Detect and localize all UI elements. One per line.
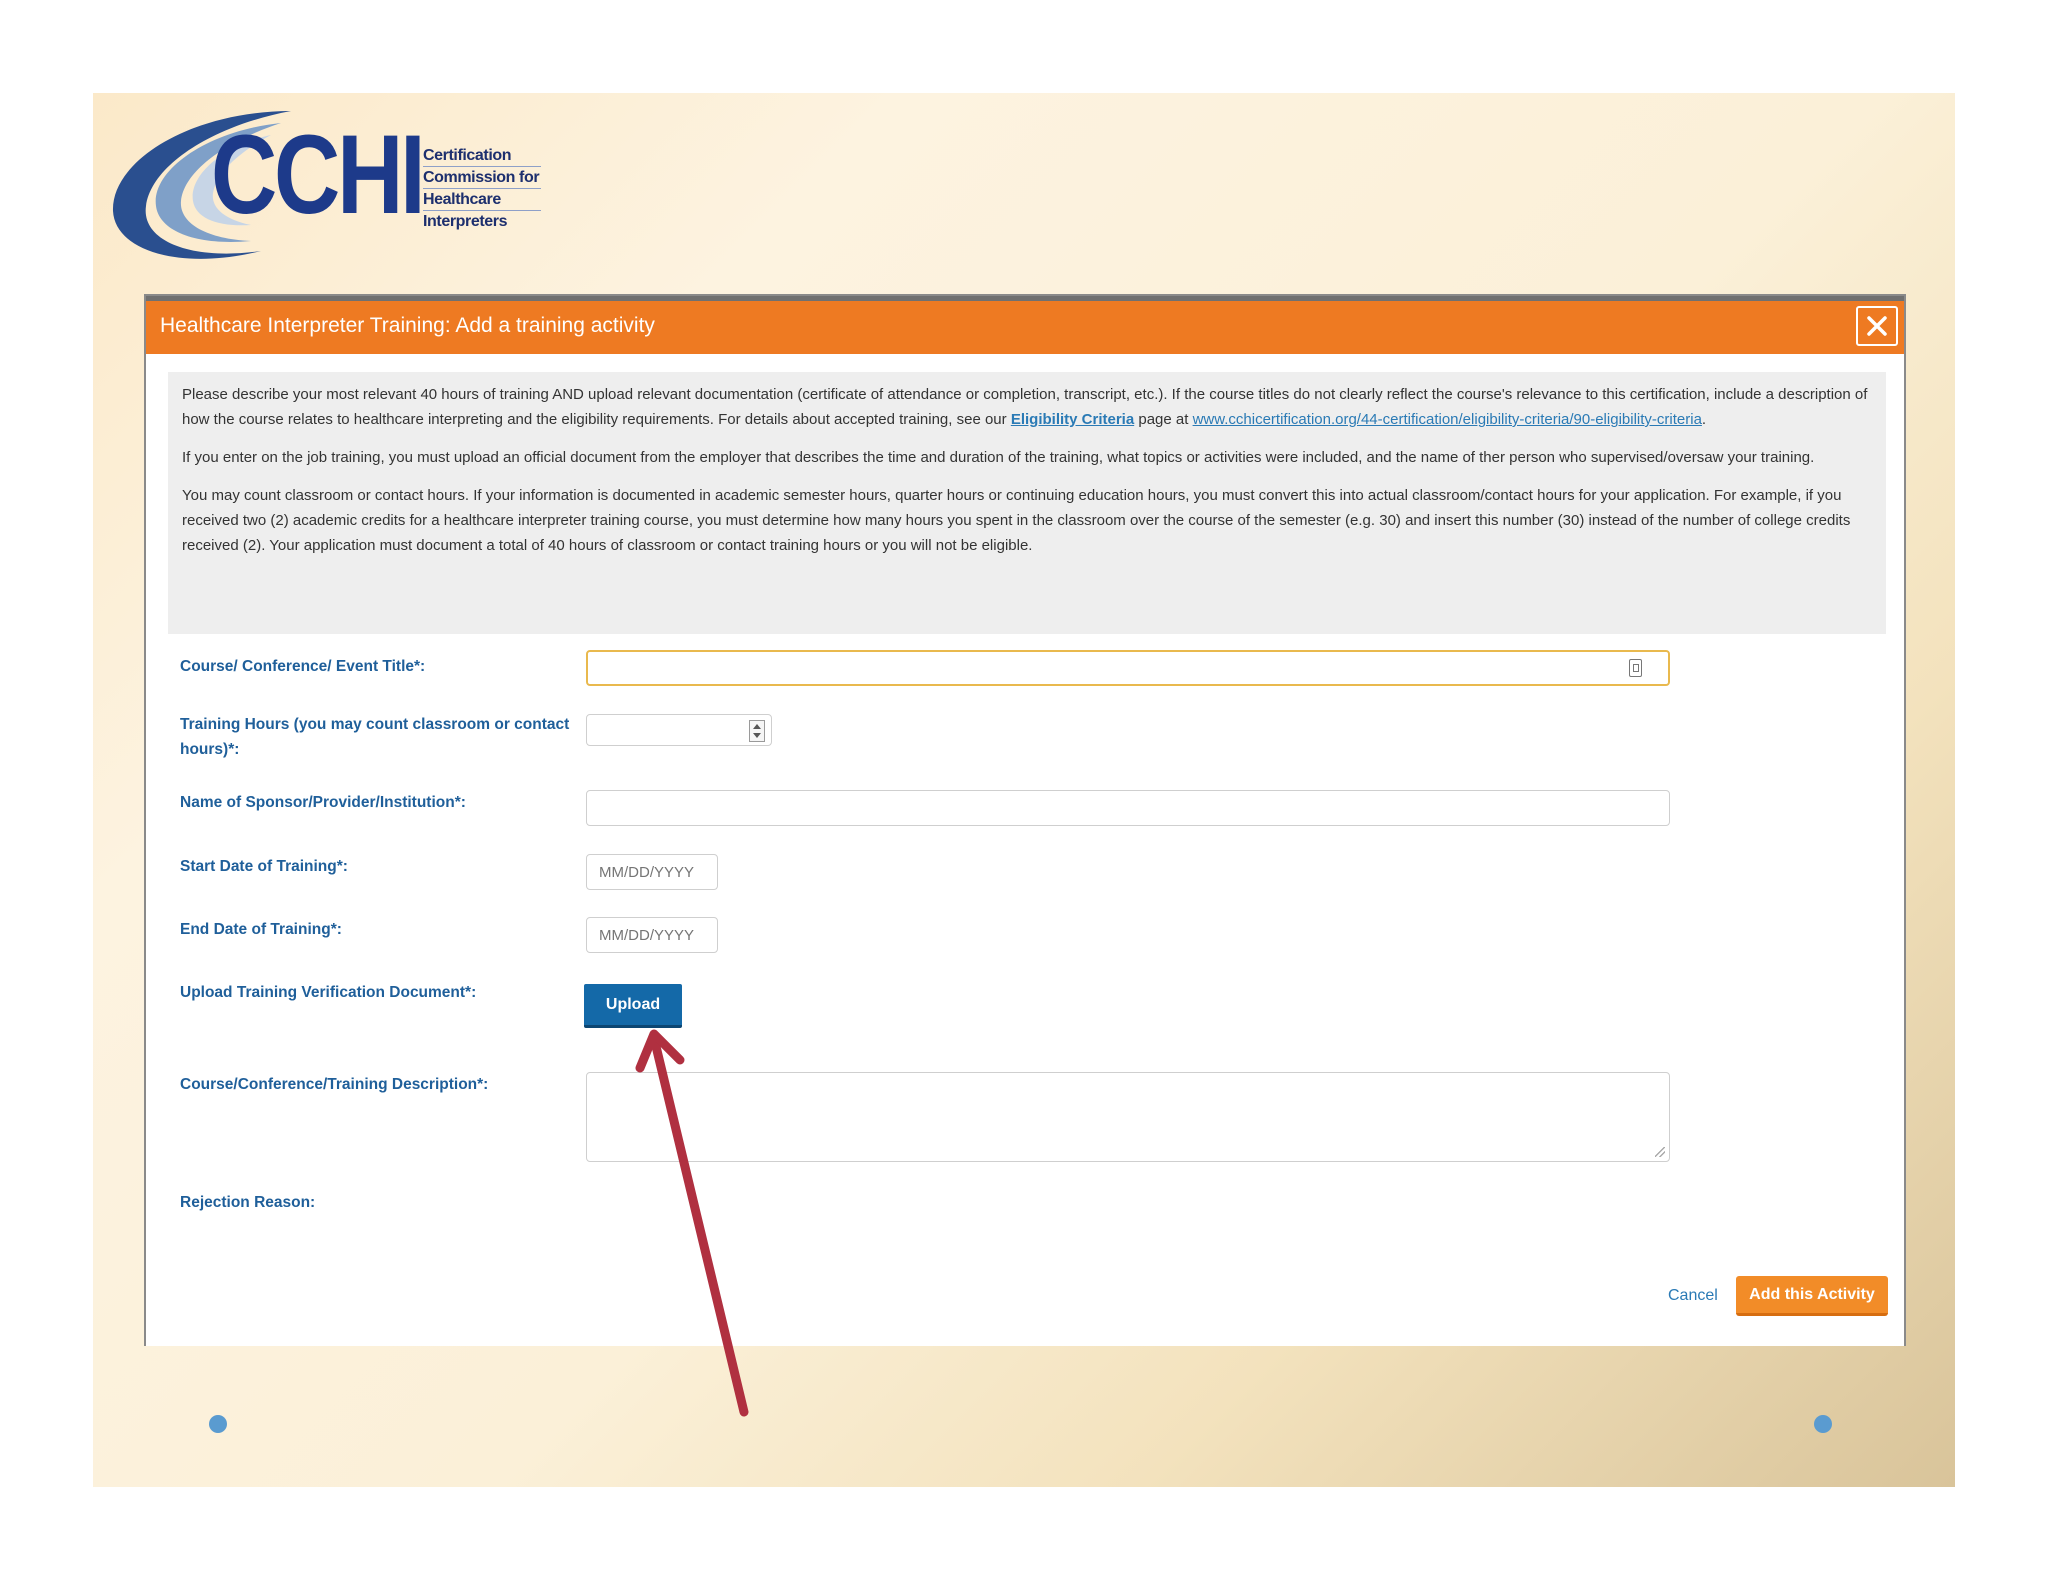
bullet-dot bbox=[209, 1415, 227, 1433]
annotation-arrow-icon bbox=[635, 1029, 749, 1417]
bullet-dot bbox=[1814, 1415, 1832, 1433]
